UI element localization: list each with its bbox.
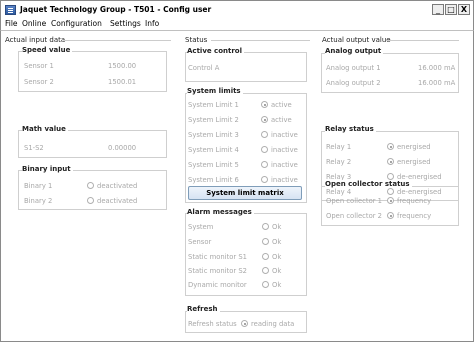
binary-1-radio[interactable] bbox=[87, 182, 94, 189]
system-limit-4-radio[interactable] bbox=[261, 146, 268, 153]
sensor-1-value: 1500.00 bbox=[108, 62, 137, 70]
alarm-messages-title: Alarm messages bbox=[187, 208, 254, 216]
system-limit-matrix-button[interactable]: System limit matrix bbox=[188, 186, 302, 200]
window-title: Jaquet Technology Group - T501 - Config … bbox=[20, 5, 212, 14]
minimize-button[interactable]: _ bbox=[432, 4, 444, 15]
s1-s2-label: S1-S2 bbox=[24, 144, 44, 152]
divider bbox=[386, 40, 459, 41]
system-limit-2-state: active bbox=[271, 116, 292, 124]
alarm-system-state: Ok bbox=[272, 223, 282, 231]
alarm-static-s2-state: Ok bbox=[272, 267, 282, 275]
system-limit-5-label: System Limit 5 bbox=[188, 161, 239, 169]
system-limit-1-label: System Limit 1 bbox=[188, 101, 239, 109]
open-collector-1-label: Open collector 1 bbox=[326, 197, 383, 205]
binary-2-radio[interactable] bbox=[87, 197, 94, 204]
system-limit-6-state: inactive bbox=[271, 176, 298, 184]
system-limit-1-state: active bbox=[271, 101, 292, 109]
active-control-title: Active control bbox=[187, 47, 245, 55]
system-limit-6-radio[interactable] bbox=[261, 176, 268, 183]
analog-output-title: Analog output bbox=[325, 47, 384, 55]
open-collector-2-label: Open collector 2 bbox=[326, 212, 383, 220]
system-limit-4-state: inactive bbox=[271, 146, 298, 154]
binary-1-state: deactivated bbox=[97, 182, 138, 190]
system-limit-2-label: System Limit 2 bbox=[188, 116, 239, 124]
active-control-value: Control A bbox=[188, 64, 220, 72]
system-limit-3-radio[interactable] bbox=[261, 131, 268, 138]
alarm-dynamic-label: Dynamic monitor bbox=[188, 281, 247, 289]
open-collector-1-radio[interactable] bbox=[387, 197, 394, 204]
title-bar: Jaquet Technology Group - T501 - Config … bbox=[0, 0, 474, 19]
divider bbox=[211, 40, 310, 41]
relay-1-radio[interactable] bbox=[387, 143, 394, 150]
menu-file[interactable]: File bbox=[5, 19, 18, 28]
relay-2-radio[interactable] bbox=[387, 158, 394, 165]
open-collector-title: Open collector status bbox=[325, 180, 412, 188]
s1-s2-value: 0.00000 bbox=[108, 144, 137, 152]
analog-output-group bbox=[321, 53, 459, 93]
menu-bar: File Online Configuration Settings Info bbox=[0, 19, 474, 30]
divider bbox=[64, 40, 171, 41]
alarm-sensor-label: Sensor bbox=[188, 238, 212, 246]
system-limit-5-radio[interactable] bbox=[261, 161, 268, 168]
system-limit-5-state: inactive bbox=[271, 161, 298, 169]
menu-info[interactable]: Info bbox=[145, 19, 159, 28]
analog-output-2-label: Analog output 2 bbox=[326, 79, 381, 87]
system-limits-title: System limits bbox=[187, 87, 243, 95]
system-limit-1-radio[interactable] bbox=[261, 101, 268, 108]
binary-2-state: deactivated bbox=[97, 197, 138, 205]
status-title: Status bbox=[185, 36, 208, 44]
relay-2-state: energised bbox=[397, 158, 431, 166]
system-limit-4-label: System Limit 4 bbox=[188, 146, 239, 154]
analog-output-2-value: 16.000 mA bbox=[418, 79, 456, 87]
actual-output-value-title: Actual output value bbox=[322, 36, 391, 44]
alarm-static-s2-label: Static monitor S2 bbox=[188, 267, 247, 275]
relay-1-state: energised bbox=[397, 143, 431, 151]
relay-1-row-label: Relay 1 bbox=[326, 143, 352, 151]
open-collector-group bbox=[321, 186, 459, 226]
alarm-static-s1-state: Ok bbox=[272, 253, 282, 261]
alarm-static-s1-label: Static monitor S1 bbox=[188, 253, 247, 261]
close-button[interactable]: X bbox=[458, 4, 470, 15]
alarm-dynamic-radio[interactable] bbox=[262, 281, 269, 288]
alarm-system-radio[interactable] bbox=[262, 223, 269, 230]
menu-configuration[interactable]: Configuration bbox=[51, 19, 102, 28]
relay-2-label: Relay 2 bbox=[326, 158, 352, 166]
sensor-1-label: Sensor 1 bbox=[24, 62, 54, 70]
alarm-sensor-state: Ok bbox=[272, 238, 282, 246]
menu-online[interactable]: Online bbox=[22, 19, 46, 28]
alarm-dynamic-state: Ok bbox=[272, 281, 282, 289]
analog-output-1-label: Analog output 1 bbox=[326, 64, 381, 72]
binary-input-title: Binary input bbox=[22, 165, 73, 173]
open-collector-2-radio[interactable] bbox=[387, 212, 394, 219]
system-limit-3-state: inactive bbox=[271, 131, 298, 139]
open-collector-2-state: frequency bbox=[397, 212, 432, 220]
alarm-static-s2-radio[interactable] bbox=[262, 267, 269, 274]
math-value-title: Math value bbox=[22, 125, 68, 133]
system-limit-6-label: System Limit 6 bbox=[188, 176, 239, 184]
system-limit-2-radio[interactable] bbox=[261, 116, 268, 123]
app-icon bbox=[5, 5, 16, 15]
speed-value-title: Speed value bbox=[22, 46, 73, 54]
refresh-status-radio[interactable] bbox=[241, 320, 248, 327]
alarm-system-label: System bbox=[188, 223, 214, 231]
binary-1-label: Binary 1 bbox=[24, 182, 53, 190]
refresh-status-state: reading data bbox=[251, 320, 295, 328]
sensor-2-label: Sensor 2 bbox=[24, 78, 54, 86]
analog-output-1-value: 16.000 mA bbox=[418, 64, 456, 72]
actual-input-data-title: Actual input data bbox=[5, 36, 66, 44]
refresh-title: Refresh bbox=[187, 305, 220, 313]
system-limit-3-label: System Limit 3 bbox=[188, 131, 239, 139]
maximize-button[interactable]: □ bbox=[445, 4, 457, 15]
relay-status-title: Relay status bbox=[325, 125, 376, 133]
menu-settings[interactable]: Settings bbox=[110, 19, 141, 28]
alarm-sensor-radio[interactable] bbox=[262, 238, 269, 245]
open-collector-1-state: frequency bbox=[397, 197, 432, 205]
sensor-2-value: 1500.01 bbox=[108, 78, 137, 86]
relay-3-radio[interactable] bbox=[387, 173, 394, 180]
alarm-static-s1-radio[interactable] bbox=[262, 253, 269, 260]
refresh-status-label: Refresh status bbox=[188, 320, 237, 328]
binary-2-label: Binary 2 bbox=[24, 197, 53, 205]
